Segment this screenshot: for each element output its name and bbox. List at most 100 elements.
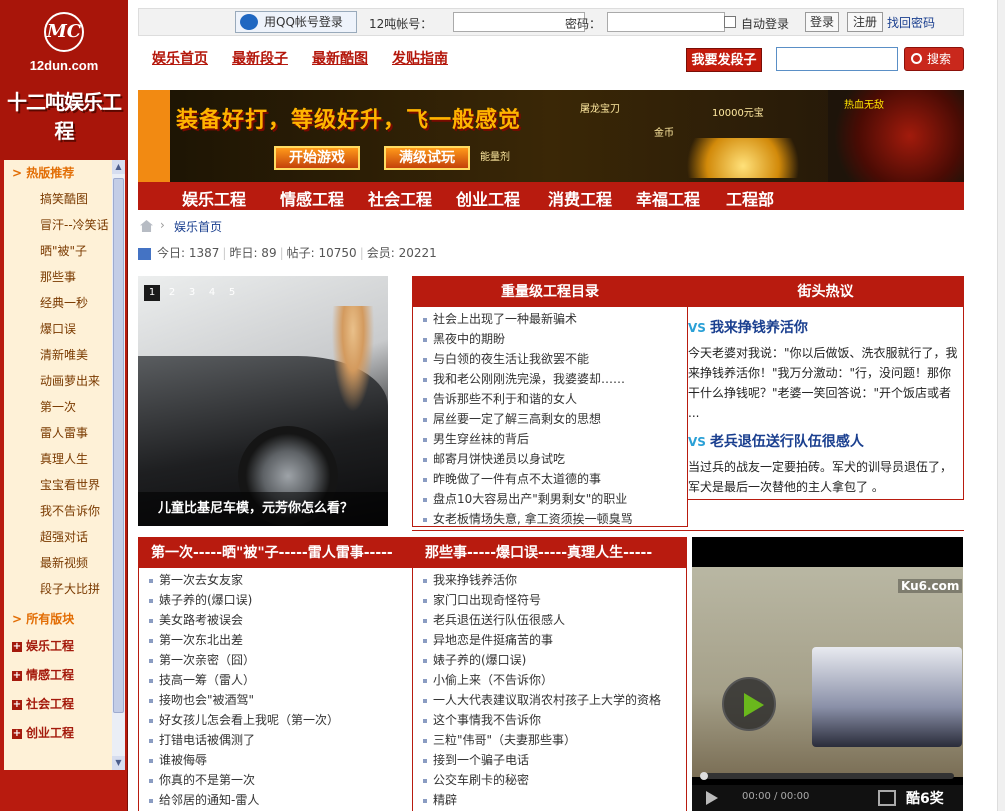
list-item[interactable]: 打错电话被偶测了: [139, 730, 412, 750]
list-item[interactable]: 第一次东北出差: [139, 630, 412, 650]
list-item[interactable]: 我来挣钱养活你: [413, 570, 686, 590]
channel-nav-link[interactable]: 幸福工程: [636, 186, 700, 210]
sidebar-scrollbar[interactable]: ▲ ▼: [112, 160, 125, 770]
sidebar-group[interactable]: + 创业工程: [4, 719, 111, 748]
breadcrumb-home-link[interactable]: 娱乐首页: [174, 218, 222, 235]
qq-login-button[interactable]: 用QQ帐号登录: [235, 11, 357, 33]
list-item[interactable]: 美女路考被误会: [139, 610, 412, 630]
list-item[interactable]: 一人大代表建议取消农村孩子上大学的资格: [413, 690, 686, 710]
list-item[interactable]: 与白领的夜生活让我欲罢不能: [413, 349, 687, 369]
image-slideshow[interactable]: 12345 儿童比基尼车模，元芳你怎么看？: [138, 276, 388, 526]
list-item[interactable]: 家门口出现奇怪符号: [413, 590, 686, 610]
list-item[interactable]: 男生穿丝袜的背后: [413, 429, 687, 449]
channel-nav-link[interactable]: 工程部: [726, 186, 774, 210]
sidebar-item[interactable]: 搞笑酷图: [4, 186, 111, 212]
play-icon[interactable]: [722, 677, 776, 731]
list-item[interactable]: 谁被侮辱: [139, 750, 412, 770]
sidebar-group[interactable]: + 社会工程: [4, 690, 111, 719]
list-item[interactable]: 婊子养的(爆口误): [413, 650, 686, 670]
sidebar-item[interactable]: 爆口误: [4, 316, 111, 342]
sidebar-group[interactable]: + 娱乐工程: [4, 632, 111, 661]
list-item[interactable]: 小偷上来（不告诉你）: [413, 670, 686, 690]
list-item[interactable]: 接吻也会"被酒驾": [139, 690, 412, 710]
password-input[interactable]: [607, 12, 725, 32]
list-item[interactable]: 盘点10大容易出产"剩男剩女"的职业: [413, 489, 687, 509]
slide-page[interactable]: 1: [144, 285, 160, 301]
list-item[interactable]: 给邻居的通知-雷人: [139, 790, 412, 810]
channel-nav-link[interactable]: 情感工程: [280, 186, 344, 210]
scrollbar-thumb[interactable]: [113, 178, 124, 713]
list-item[interactable]: 黑夜中的期盼: [413, 329, 687, 349]
channel-nav-link[interactable]: 娱乐工程: [182, 186, 246, 210]
top-nav-link[interactable]: 娱乐首页: [152, 48, 208, 68]
fullscreen-icon[interactable]: [878, 790, 896, 806]
street-talk-headline[interactable]: VS 我来挣钱养活你: [688, 317, 808, 337]
slide-page[interactable]: 4: [204, 285, 220, 301]
list-item[interactable]: 异地恋是件挺痛苦的事: [413, 630, 686, 650]
list-item[interactable]: 告诉那些不利于和谐的女人: [413, 389, 687, 409]
top-nav-link[interactable]: 发贴指南: [392, 48, 448, 68]
sidebar-item[interactable]: 超强对话: [4, 524, 111, 550]
scroll-down-icon[interactable]: ▼: [112, 756, 125, 770]
list-item[interactable]: 这个事情我不告诉你: [413, 710, 686, 730]
register-button[interactable]: 注册: [847, 12, 883, 32]
channel-nav-link[interactable]: 消费工程: [548, 186, 612, 210]
list-item[interactable]: 女老板情场失意, 拿工资须挨一顿臭骂: [413, 509, 687, 529]
sidebar-group[interactable]: + 情感工程: [4, 661, 111, 690]
list-item[interactable]: 邮寄月饼快递员以身试吃: [413, 449, 687, 469]
list-item[interactable]: 婊子养的(爆口误): [139, 590, 412, 610]
auto-login-checkbox[interactable]: [724, 16, 736, 28]
sidebar-item[interactable]: 经典一秒: [4, 290, 111, 316]
sidebar-item[interactable]: 我不告诉你: [4, 498, 111, 524]
list-item[interactable]: 社会上出现了一种最新骗术: [413, 309, 687, 329]
home-icon[interactable]: [140, 220, 153, 232]
play-button-icon[interactable]: [706, 791, 718, 805]
list-item[interactable]: 第一次去女友家: [139, 570, 412, 590]
scroll-up-icon[interactable]: ▲: [112, 160, 125, 174]
list-item[interactable]: 好女孩儿怎会看上我呢（第一次）: [139, 710, 412, 730]
list-item[interactable]: 三粒"伟哥"（夫妻那些事）: [413, 730, 686, 750]
login-button[interactable]: 登录: [805, 12, 839, 32]
banner-trial-button[interactable]: 满级试玩: [384, 146, 470, 170]
sidebar-item[interactable]: 第一次: [4, 394, 111, 420]
sidebar-item[interactable]: 宝宝看世界: [4, 472, 111, 498]
list-item[interactable]: 你真的不是第一次: [139, 770, 412, 790]
channel-nav-link[interactable]: 社会工程: [368, 186, 432, 210]
list-item[interactable]: 精辟: [413, 790, 686, 810]
banner-start-button[interactable]: 开始游戏: [274, 146, 360, 170]
list-item[interactable]: 我和老公刚刚洗完澡，我婆婆却……: [413, 369, 687, 389]
slide-caption[interactable]: 儿童比基尼车模，元芳你怎么看？: [138, 492, 388, 526]
slide-page[interactable]: 3: [184, 285, 200, 301]
slide-page[interactable]: 2: [164, 285, 180, 301]
list-item[interactable]: 屌丝要一定了解三高剩女的思想: [413, 409, 687, 429]
sidebar-item[interactable]: 那些事: [4, 264, 111, 290]
list-item[interactable]: 老兵退伍送行队伍很感人: [413, 610, 686, 630]
sidebar-item[interactable]: 雷人雷事: [4, 420, 111, 446]
slide-page[interactable]: 5: [224, 285, 240, 301]
top-nav-link[interactable]: 最新酷图: [312, 48, 368, 68]
list-item[interactable]: 公交车刷卡的秘密: [413, 770, 686, 790]
sidebar-item[interactable]: 冒汗--冷笑话: [4, 212, 111, 238]
list-item[interactable]: 昨晚做了一件有点不太道德的事: [413, 469, 687, 489]
page-scrollbar[interactable]: [997, 0, 1005, 811]
progress-handle[interactable]: [700, 772, 708, 780]
channel-nav-link[interactable]: 创业工程: [456, 186, 520, 210]
sidebar-item[interactable]: 真理人生: [4, 446, 111, 472]
list-item[interactable]: 第一次亲密（囧）: [139, 650, 412, 670]
search-input[interactable]: [776, 47, 898, 71]
top-nav-link[interactable]: 最新段子: [232, 48, 288, 68]
sidebar-item[interactable]: 段子大比拼: [4, 576, 111, 602]
sidebar-item[interactable]: 动画萝出来: [4, 368, 111, 394]
video-player[interactable]: Ku6.com 00:00 / 00:00 酷6奖: [692, 537, 963, 811]
post-joke-button[interactable]: 我要发段子: [686, 48, 762, 72]
game-banner-ad[interactable]: 装备好打，等级好升，飞一般感觉 开始游戏 满级试玩 屠龙宝刀 10000元宝 金…: [138, 90, 964, 182]
sidebar-item[interactable]: 最新视频: [4, 550, 111, 576]
list-item[interactable]: 接到一个骗子电话: [413, 750, 686, 770]
site-logo[interactable]: MC 12dun.com 十二吨娱乐工程: [0, 0, 128, 160]
list-item[interactable]: 技高一筹（雷人）: [139, 670, 412, 690]
search-button[interactable]: 搜索: [904, 47, 964, 71]
sidebar-item[interactable]: 晒"被"子: [4, 238, 111, 264]
video-progress[interactable]: [700, 772, 954, 780]
street-talk-headline[interactable]: VS 老兵退伍送行队伍很感人: [688, 431, 864, 451]
forgot-password-link[interactable]: 找回密码: [887, 14, 935, 31]
